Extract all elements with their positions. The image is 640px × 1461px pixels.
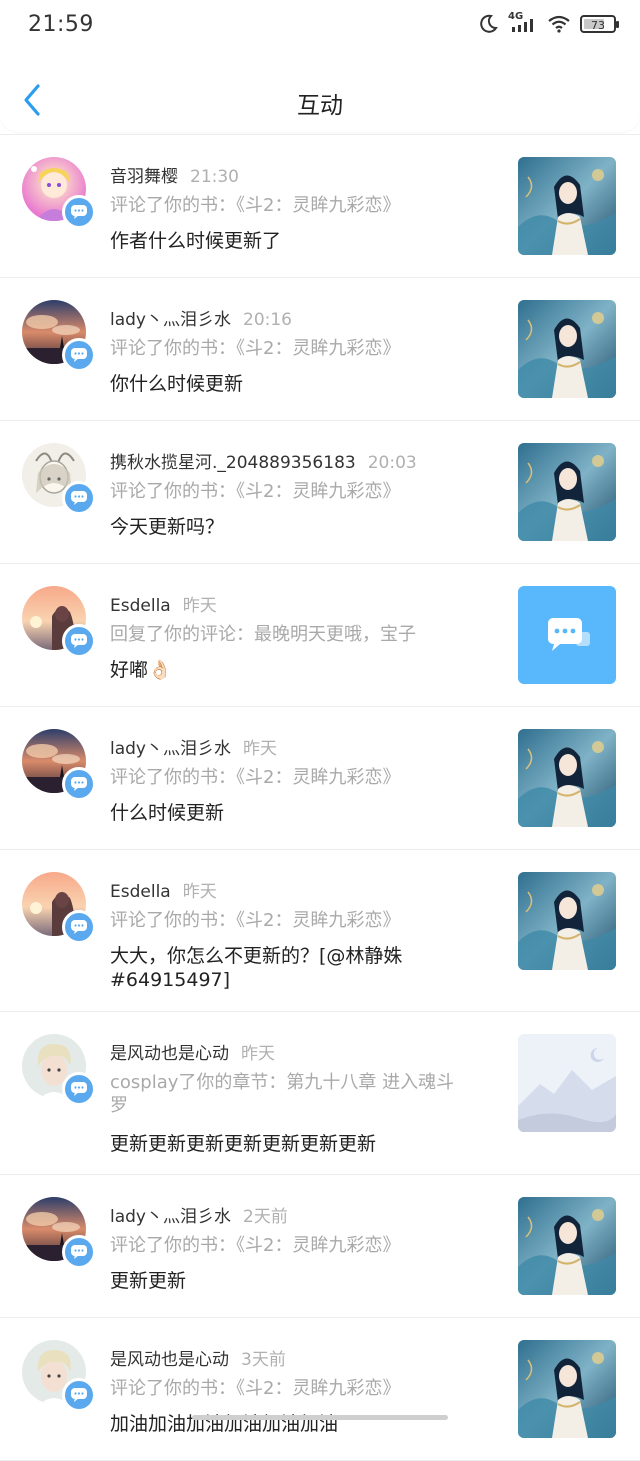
- username[interactable]: lady丶灬泪彡水: [110, 739, 231, 759]
- avatar-wrap: [22, 443, 96, 515]
- comment-badge-icon: [62, 1378, 96, 1412]
- avatar-wrap: [22, 1034, 96, 1106]
- username[interactable]: lady丶灬泪彡水: [110, 310, 231, 330]
- timestamp: 20:16: [243, 310, 292, 330]
- username[interactable]: 音羽舞樱: [110, 167, 178, 187]
- avatar-wrap: [22, 1340, 96, 1412]
- book-cover[interactable]: [518, 1197, 616, 1295]
- comment-text: 作者什么时候更新了: [110, 230, 282, 252]
- list-item[interactable]: 是风动也是心动 3天前 评论了你的书：《斗2：灵眸九彩恋》 加油加油加油加油加油加油: [0, 1318, 640, 1461]
- item-meta: lady丶灬泪彡水 2天前: [110, 1202, 288, 1227]
- status-time: 21:59: [28, 12, 94, 37]
- item-meta: 是风动也是心动 3天前: [110, 1345, 286, 1370]
- avatar-wrap: [22, 586, 96, 658]
- username[interactable]: lady丶灬泪彡水: [110, 1207, 231, 1227]
- comment-text: 什么时候更新: [110, 802, 225, 824]
- comment-text: 更新更新: [110, 1270, 187, 1292]
- battery-icon: 73: [580, 15, 619, 33]
- page-title: 互动: [297, 93, 343, 119]
- moon-icon: [480, 14, 498, 33]
- book-cover[interactable]: [518, 157, 616, 255]
- timestamp: 昨天: [241, 1044, 275, 1064]
- timestamp: 3天前: [241, 1350, 286, 1370]
- status-bar: 21:59 4G 73: [0, 0, 640, 52]
- timestamp: 21:30: [190, 167, 239, 187]
- comment-badge-icon: [62, 1235, 96, 1269]
- action-text: 评论了你的书：《斗2：灵眸九彩恋》: [110, 767, 401, 788]
- action-text: 评论了你的书：《斗2：灵眸九彩恋》: [110, 1235, 401, 1256]
- avatar-wrap: [22, 872, 96, 944]
- wifi-icon: [548, 15, 570, 33]
- home-indicator[interactable]: [192, 1415, 448, 1420]
- comment-badge-icon: [62, 481, 96, 515]
- comment-badge-icon: [62, 910, 96, 944]
- list-item[interactable]: 是风动也是心动 昨天 cosplay了你的章节：第九十八章 进入魂斗罗更新更新更新更…: [0, 1012, 640, 1175]
- list-item[interactable]: Esdella 昨天评论了你的书：《斗2：灵眸九彩恋》大大，你怎么不更新的？[@林…: [0, 850, 640, 1012]
- username[interactable]: 携秋水揽星河._204889356183: [110, 453, 356, 473]
- action-text: cosplay了你的章节：第九十八章 进入魂斗罗: [110, 1072, 455, 1116]
- username[interactable]: 是风动也是心动: [110, 1044, 229, 1064]
- list-item[interactable]: lady丶灬泪彡水 20:16 评论了你的书：《斗2：灵眸九彩恋》 你什么时候更新: [0, 278, 640, 421]
- comment-badge-icon: [62, 338, 96, 372]
- action-text: 评论了你的书：《斗2：灵眸九彩恋》: [110, 195, 401, 216]
- comment-text: 你什么时候更新: [110, 373, 244, 395]
- username[interactable]: Esdella: [110, 882, 171, 902]
- status-icons: 4G 73: [478, 11, 619, 34]
- avatar-wrap: [22, 1197, 96, 1269]
- username[interactable]: Esdella: [110, 596, 171, 616]
- action-text: 评论了你的书：《斗2：灵眸九彩恋》: [110, 338, 401, 359]
- avatar-wrap: [22, 729, 96, 801]
- cellular-signal-icon: 4G: [508, 11, 538, 34]
- avatar-wrap: [22, 157, 96, 229]
- list-item[interactable]: 携秋水揽星河._204889356183 20:03 评论了你的书：《斗2：灵眸九彩…: [0, 421, 640, 564]
- avatar-wrap: [22, 300, 96, 372]
- book-cover[interactable]: [518, 443, 616, 541]
- timestamp: 20:03: [367, 453, 417, 473]
- list-item[interactable]: Esdella 昨天回复了你的评论：最晚明天更哦，宝子 好嘟👌🏻: [0, 564, 640, 707]
- interaction-list: 音羽舞樱 21:30 评论了你的书：《斗2：灵眸九彩恋》 作者什么时候更新了 lady丶…: [0, 134, 640, 1461]
- comment-text: 今天更新吗？: [110, 516, 225, 538]
- item-meta: 是风动也是心动 昨天: [110, 1039, 275, 1064]
- comment-badge-icon: [62, 1072, 96, 1106]
- action-text: 回复了你的评论：最晚明天更哦，宝子: [110, 624, 416, 645]
- timestamp: 昨天: [243, 739, 277, 759]
- book-cover[interactable]: [518, 872, 616, 970]
- timestamp: 2天前: [243, 1207, 288, 1227]
- item-meta: lady丶灬泪彡水 20:16: [110, 305, 292, 330]
- book-cover[interactable]: [518, 729, 616, 827]
- battery-level: 73: [591, 19, 605, 32]
- nav-bar: 互动: [0, 52, 640, 132]
- comment-text: 更新更新更新更新更新更新更新: [110, 1133, 377, 1155]
- comment-badge-icon: [62, 624, 96, 658]
- list-item[interactable]: 音羽舞樱 21:30 评论了你的书：《斗2：灵眸九彩恋》 作者什么时候更新了: [0, 135, 640, 278]
- item-meta: lady丶灬泪彡水 昨天: [110, 734, 277, 759]
- username[interactable]: 是风动也是心动: [110, 1350, 229, 1370]
- item-meta: 音羽舞樱 21:30: [110, 162, 239, 187]
- list-item[interactable]: lady丶灬泪彡水 昨天评论了你的书：《斗2：灵眸九彩恋》 什么时候更新: [0, 707, 640, 850]
- comment-badge-icon: [62, 767, 96, 801]
- book-cover[interactable]: [518, 300, 616, 398]
- item-meta: Esdella 昨天: [110, 877, 217, 902]
- comment-badge-icon: [62, 195, 96, 229]
- comment-text: 大大，你怎么不更新的？[@林静姝 #64915497]: [110, 945, 403, 991]
- timestamp: 昨天: [182, 882, 217, 902]
- item-meta: 携秋水揽星河._204889356183 20:03: [110, 448, 417, 473]
- list-item[interactable]: lady丶灬泪彡水 2天前评论了你的书：《斗2：灵眸九彩恋》 更新更新: [0, 1175, 640, 1318]
- action-text: 评论了你的书：《斗2：灵眸九彩恋》: [110, 910, 401, 931]
- comment-text: 好嘟👌🏻: [110, 659, 172, 681]
- book-cover[interactable]: [518, 1340, 616, 1438]
- chat-bubble[interactable]: [518, 586, 616, 684]
- action-text: 评论了你的书：《斗2：灵眸九彩恋》: [110, 1378, 401, 1399]
- item-meta: Esdella 昨天: [110, 591, 217, 616]
- action-text: 评论了你的书：《斗2：灵眸九彩恋》: [110, 481, 401, 502]
- timestamp: 昨天: [182, 596, 217, 616]
- placeholder-landscape[interactable]: [518, 1034, 616, 1132]
